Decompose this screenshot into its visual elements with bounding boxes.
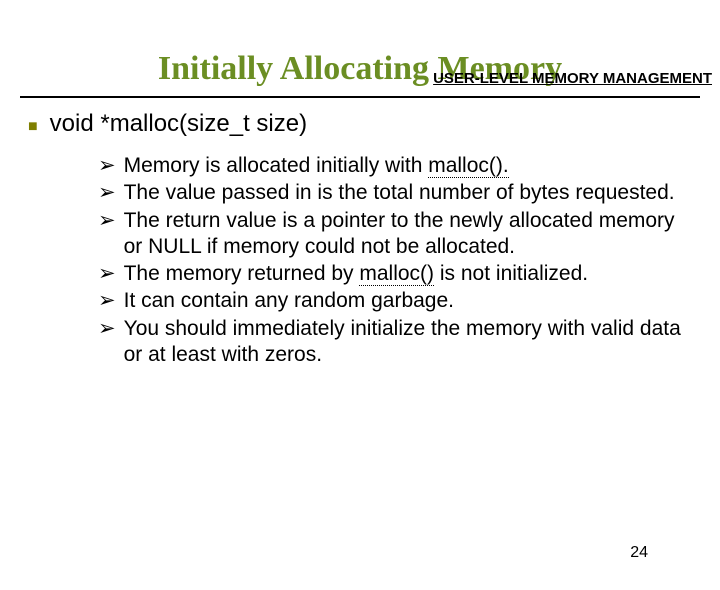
triangle-bullet-icon: ➢ — [98, 180, 116, 206]
bullet-text-fragment: Memory is allocated initially with — [124, 154, 429, 177]
square-bullet-icon: ■ — [28, 115, 38, 139]
section-text: void *malloc(size_t size) — [50, 110, 307, 138]
title-divider — [20, 96, 700, 98]
list-item: ➢ It can contain any random garbage. — [98, 288, 692, 314]
bullet-text-fragment: is not initialized. — [434, 262, 588, 285]
bullet-text: Memory is allocated initially with mallo… — [124, 153, 509, 179]
bullet-text-underline: malloc(). — [428, 154, 509, 178]
list-item: ➢ Memory is allocated initially with mal… — [98, 153, 692, 179]
header-label: USER-LEVEL MEMORY MANAGEMENT — [433, 70, 712, 87]
page-number: 24 — [630, 544, 648, 562]
list-item: ➢ You should immediately initialize the … — [98, 316, 692, 369]
bullet-list: ➢ Memory is allocated initially with mal… — [98, 153, 692, 368]
triangle-bullet-icon: ➢ — [98, 208, 116, 261]
bullet-text: The return value is a pointer to the new… — [124, 208, 692, 261]
triangle-bullet-icon: ➢ — [98, 316, 116, 369]
section-heading: ■ void *malloc(size_t size) — [28, 110, 692, 139]
bullet-text: It can contain any random garbage. — [124, 288, 454, 314]
bullet-text: The memory returned by malloc() is not i… — [124, 261, 589, 287]
bullet-text-fragment: The memory returned by — [124, 262, 360, 285]
list-item: ➢ The return value is a pointer to the n… — [98, 208, 692, 261]
bullet-text: You should immediately initialize the me… — [124, 316, 692, 369]
list-item: ➢ The value passed in is the total numbe… — [98, 180, 692, 206]
triangle-bullet-icon: ➢ — [98, 261, 116, 287]
triangle-bullet-icon: ➢ — [98, 288, 116, 314]
list-item: ➢ The memory returned by malloc() is not… — [98, 261, 692, 287]
triangle-bullet-icon: ➢ — [98, 153, 116, 179]
bullet-text-underline: malloc() — [359, 262, 434, 286]
bullet-text: The value passed in is the total number … — [124, 180, 675, 206]
